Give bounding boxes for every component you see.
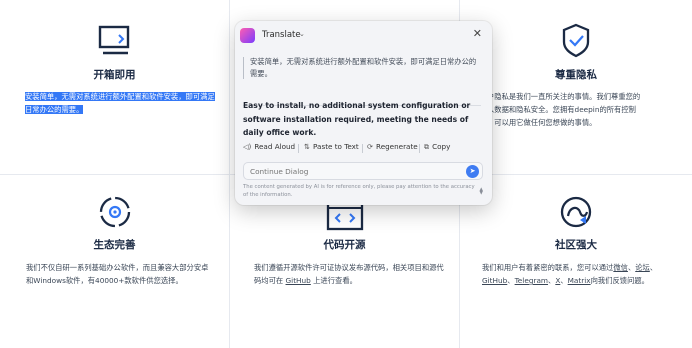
feature-title: 尊重隐私	[555, 69, 597, 81]
mode-dropdown-label[interactable]: Translate	[262, 30, 301, 40]
copy-label: Copy	[432, 142, 451, 151]
feature-description: 安装简单，无需对系统进行额外配置和软件安装，即可满足日常办公的需要。	[25, 90, 215, 116]
continue-dialog-input[interactable]	[250, 165, 450, 178]
copy-icon: ⧉	[424, 142, 430, 151]
speaker-icon: ◁)	[243, 142, 252, 151]
action-bar: ◁) Read Aloud ⇅ Paste to Text ⟳ Regenerate …	[243, 142, 484, 156]
feature-title: 社区强大	[555, 239, 597, 251]
chevron-down-icon[interactable]: ⌄	[299, 30, 305, 38]
feature-community: 社区强大 我们和用户有着紧密的联系，您可以通过微信、论坛、GitHub、Tele…	[460, 175, 692, 348]
desc-line: 户隐私是我们一直所关注的事情。我们尊重您的	[487, 92, 641, 101]
telegram-link[interactable]: Telegram	[515, 276, 548, 285]
x-link[interactable]: X	[555, 276, 560, 285]
paste-to-text-button[interactable]: ⇅ Paste to Text	[304, 142, 359, 151]
feature-description: 户隐私是我们一直所关注的事情。我们尊重您的 人数据和隐私安全。您拥有deepin…	[487, 90, 686, 129]
translate-popup: Translate ⌄ ✕ 安装简单，无需对系统进行额外配置和软件安装，即可满足…	[235, 21, 492, 205]
forum-link[interactable]: 论坛	[635, 263, 650, 272]
feature-ecosystem: 生态完善 我们不仅自研一系列基础办公软件，而且兼容大部分安卓和Windows软件…	[0, 175, 230, 348]
github-link[interactable]: GitHub	[482, 276, 507, 285]
monitor-icon	[98, 25, 129, 55]
layers-icon[interactable]: ⧫	[480, 187, 483, 195]
feature-description: 我们和用户有着紧密的联系，您可以通过微信、论坛、GitHub、Telegram、…	[482, 263, 658, 285]
divider	[298, 144, 299, 153]
quote-bar	[243, 57, 244, 79]
send-icon[interactable]: ➤	[466, 165, 479, 178]
divider	[362, 144, 363, 153]
translate-app-icon	[240, 28, 255, 43]
continue-dialog-field[interactable]: ➤	[243, 162, 483, 180]
desc-line: ，可以用它做任何您想做的事情。	[487, 118, 597, 127]
github-link[interactable]: GitHub	[286, 276, 311, 285]
desc-text: 向我们反馈问题。	[590, 276, 649, 285]
regenerate-label: Regenerate	[376, 142, 418, 151]
paste-icon: ⇅	[304, 142, 311, 151]
community-icon	[560, 196, 592, 228]
refresh-icon: ⟳	[367, 142, 374, 151]
feature-title: 生态完善	[93, 239, 136, 251]
selected-text: 安装简单，无需对系统进行额外配置和软件安装，即可满足日常办公的需要。	[25, 92, 215, 114]
desc-text: 上进行查看。	[310, 276, 357, 285]
feature-privacy: 尊重隐私 户隐私是我们一直所关注的事情。我们尊重您的 人数据和隐私安全。您拥有d…	[460, 0, 692, 175]
read-aloud-button[interactable]: ◁) Read Aloud	[243, 142, 295, 151]
translation-text: Easy to install, no additional system co…	[243, 101, 471, 137]
paste-to-text-label: Paste to Text	[313, 142, 359, 151]
ai-disclaimer: The content generated by AI is for refer…	[243, 184, 475, 198]
feature-description: 我们遵循开源软件许可证协议发布源代码，相关项目和源代码均可在 GitHub 上进…	[254, 261, 449, 287]
feature-title: 代码开源	[323, 239, 366, 251]
ecosystem-icon	[99, 196, 130, 228]
shield-check-icon	[562, 23, 590, 58]
matrix-link[interactable]: Matrix	[568, 276, 591, 285]
divider	[419, 144, 420, 153]
desc-text: 我们和用户有着紧密的联系，您可以通过	[482, 263, 614, 272]
close-icon[interactable]: ✕	[473, 27, 482, 40]
feature-description: 我们不仅自研一系列基础办公软件，而且兼容大部分安卓和Windows软件，有400…	[26, 263, 209, 285]
popup-header: Translate ⌄ ✕	[240, 27, 484, 45]
source-text: 安装简单，无需对系统进行额外配置和软件安装，即可满足日常办公的需要。	[250, 57, 477, 78]
feature-out-of-box: 开箱即用 安装简单，无需对系统进行额外配置和软件安装，即可满足日常办公的需要。	[0, 0, 230, 175]
copy-button[interactable]: ⧉ Copy	[424, 142, 450, 152]
wechat-link[interactable]: 微信	[613, 263, 628, 272]
read-aloud-label: Read Aloud	[254, 142, 296, 151]
desc-line: 人数据和隐私安全。您拥有deepin的所有控制	[487, 105, 636, 114]
regenerate-button[interactable]: ⟳ Regenerate	[367, 142, 418, 151]
feature-title: 开箱即用	[93, 69, 136, 81]
